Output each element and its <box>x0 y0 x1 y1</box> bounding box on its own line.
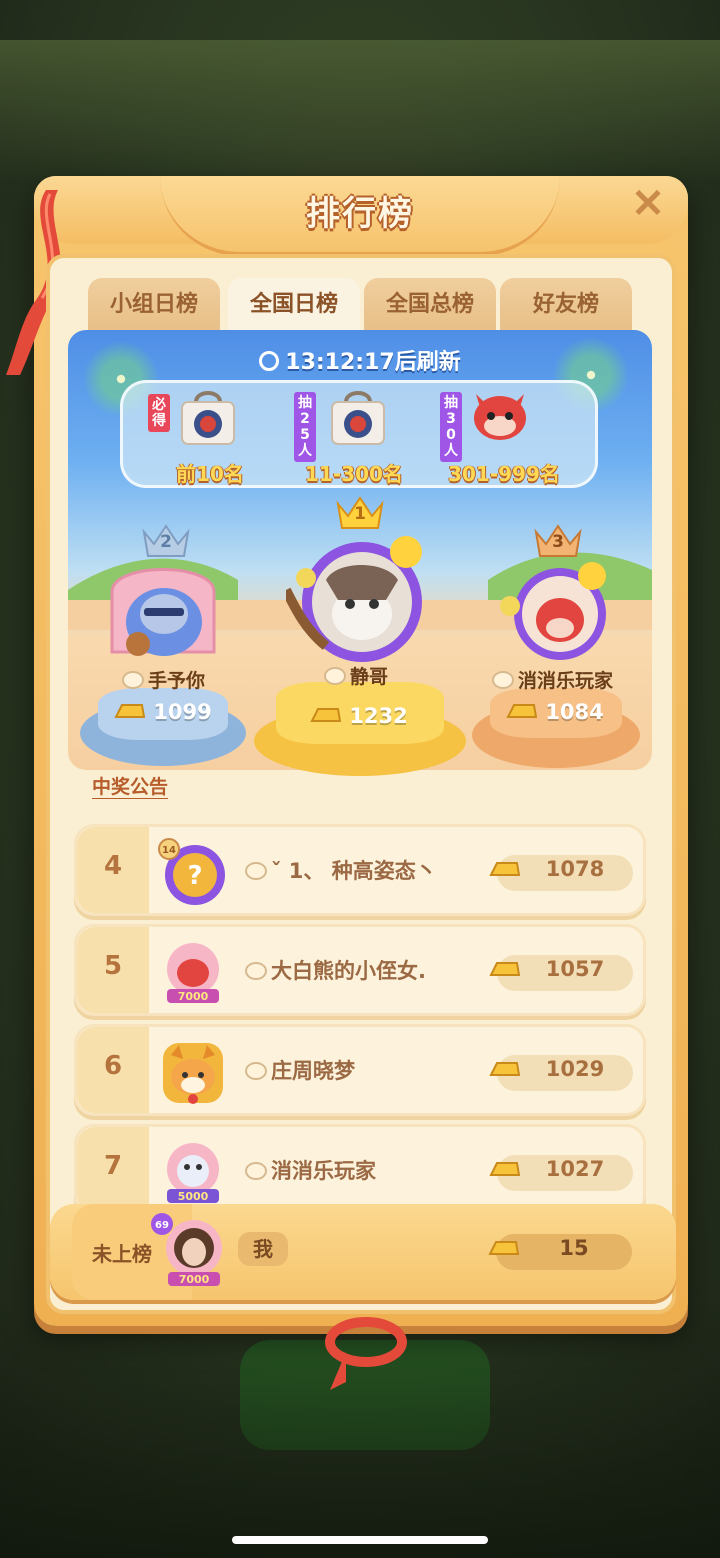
tab-bar: 小组日榜 全国日榜 全国总榜 好友榜 <box>88 278 634 334</box>
tab-national-total[interactable]: 全国总榜 <box>364 278 496 332</box>
row-rank: 5 <box>103 951 123 981</box>
podium-name-1: 静哥 <box>324 662 388 692</box>
row-name: 庄周晓梦 <box>245 1055 355 1085</box>
podium-score-1: 1232 <box>308 704 408 728</box>
podium-rank-1: 1 <box>354 504 366 524</box>
prize-range-label: 11-300名 <box>305 462 403 486</box>
gold-bar-icon <box>489 962 521 976</box>
ribbon-knot-decoration <box>325 1317 407 1390</box>
row-name: 消消乐玩家 <box>245 1155 376 1185</box>
table-row[interactable]: 7 5000 消消乐玩家 1027 <box>74 1124 646 1216</box>
prize-bag-icon <box>331 391 385 445</box>
unknown-avatar-icon: ? 14 <box>158 838 225 905</box>
home-indicator[interactable] <box>232 1536 488 1544</box>
level-badge: 7000 <box>178 990 209 1003</box>
row-name-text: 大白熊的小侄女. <box>271 959 426 983</box>
winners-announcement-link[interactable]: 中奖公告 <box>92 772 168 799</box>
gold-bar-icon <box>489 862 521 876</box>
my-name: 我 <box>238 1232 288 1266</box>
podium-name-3: 消消乐玩家 <box>492 666 613 696</box>
podium-score-2: 1099 <box>112 700 212 724</box>
my-avatar: 69 7000 <box>151 1213 222 1286</box>
gold-bar-icon <box>488 1241 520 1255</box>
prize-bag-icon <box>181 391 235 445</box>
prize-tag: 必得 <box>148 394 170 432</box>
row-name-text: ˇ 1、 种高姿态丶 <box>271 859 437 883</box>
my-level-badge: 69 <box>155 1220 169 1231</box>
bird-avatar-icon: 5000 <box>167 1143 219 1203</box>
table-row[interactable]: 6 庄周晓梦 1029 <box>74 1024 646 1116</box>
podium-name-text: 静哥 <box>350 666 389 688</box>
row-score: 1029 <box>545 1057 605 1081</box>
tab-national-daily[interactable]: 全国日榜 <box>228 278 360 332</box>
podium-name-text: 消消乐玩家 <box>518 670 614 692</box>
prize-range-label: 前10名 <box>176 462 244 486</box>
gold-bar-icon <box>310 708 342 722</box>
row-name: ˇ 1、 种高姿态丶 <box>245 855 437 885</box>
podium-rank-2: 2 <box>160 532 172 552</box>
gold-bar-icon <box>114 704 146 718</box>
row-rank: 7 <box>103 1151 123 1181</box>
background-scene <box>0 40 720 180</box>
prize-range-label: 301-999名 <box>448 462 560 486</box>
row-score: 1057 <box>545 957 605 981</box>
table-row[interactable]: 4 ? 14 ˇ 1、 种高姿态丶 1078 <box>74 824 646 916</box>
shiba-avatar-icon <box>163 1043 223 1104</box>
my-rank-row[interactable]: 未上榜 69 7000 我 15 <box>50 1204 676 1300</box>
cat-avatar <box>286 536 422 662</box>
row-score: 1027 <box>545 1157 605 1181</box>
avatar-frame-arch <box>110 568 216 656</box>
paw-icon <box>245 1062 267 1080</box>
my-avatar-badge: 7000 <box>179 1273 210 1286</box>
podium-score-text: 1084 <box>545 700 604 724</box>
table-row[interactable]: 5 7000 大白熊的小侄女. 1057 <box>74 924 646 1016</box>
podium-score-text: 1232 <box>349 704 408 728</box>
gold-bar-icon <box>506 704 538 718</box>
paw-icon <box>245 962 267 980</box>
row-rank: 6 <box>103 1051 123 1081</box>
clock-icon <box>259 351 280 371</box>
level-badge: 5000 <box>178 1190 209 1203</box>
podium-name-2: 手予你 <box>122 666 205 696</box>
bunny-avatar-icon: 7000 <box>167 943 219 1003</box>
tab-group-daily[interactable]: 小组日榜 <box>88 278 220 332</box>
row-name-text: 庄周晓梦 <box>271 1059 355 1083</box>
close-button[interactable]: ✕ <box>626 182 670 226</box>
row-name: 大白熊的小侄女. <box>245 955 426 985</box>
tab-friends[interactable]: 好友榜 <box>500 278 632 332</box>
refresh-countdown: 13:12:17后刷新 <box>0 344 720 376</box>
podium-rank-3: 3 <box>552 532 564 552</box>
fox-girl-avatar <box>500 562 606 660</box>
svg-text:?: ? <box>187 861 202 891</box>
podium-name-text: 手予你 <box>148 670 206 692</box>
paw-icon <box>245 1162 267 1180</box>
paw-icon <box>245 862 267 880</box>
paw-icon <box>492 671 514 689</box>
gold-bar-icon <box>489 1062 521 1076</box>
row-name-text: 消消乐玩家 <box>271 1159 376 1183</box>
page-title: 排行榜 <box>306 194 414 234</box>
fox-plush-icon <box>474 394 526 440</box>
prize-tag: 抽25人 <box>294 392 316 462</box>
podium-score-text: 1099 <box>153 700 212 724</box>
level-badge: 14 <box>162 845 176 856</box>
prize-tag: 抽30人 <box>440 392 462 462</box>
row-rank: 4 <box>103 851 123 881</box>
paw-icon <box>122 671 144 689</box>
podium-score-3: 1084 <box>504 700 604 724</box>
countdown-text: 13:12:17后刷新 <box>285 350 461 375</box>
paw-icon <box>324 667 346 685</box>
row-score: 1078 <box>545 857 605 881</box>
gold-bar-icon <box>489 1162 521 1176</box>
my-score: 15 <box>559 1236 589 1260</box>
